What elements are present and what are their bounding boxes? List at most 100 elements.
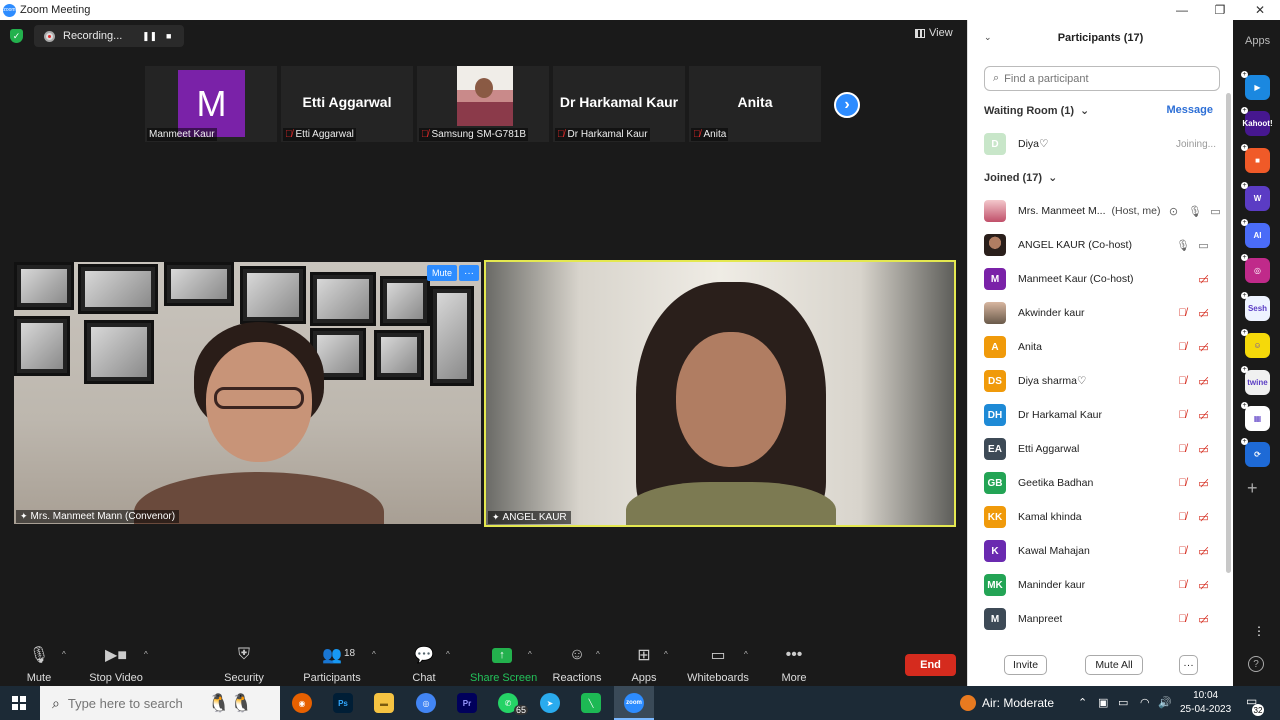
app-11-icon[interactable]: ⟳ (1245, 442, 1270, 467)
chrome-icon[interactable]: ◎ (416, 693, 436, 713)
app-8-icon[interactable]: ☺ (1245, 333, 1270, 358)
photoshop-icon[interactable]: Ps (333, 693, 353, 713)
mute-participant-button[interactable]: Mute (427, 265, 457, 281)
minimize-button[interactable]: — (1162, 0, 1202, 20)
waiting-room-message-link[interactable]: Message (1167, 104, 1213, 116)
wifi-icon[interactable]: ◠ (1140, 696, 1150, 709)
participant-row[interactable]: M Manmeet Kaur (Co-host) ▭̸ (984, 262, 1218, 296)
participants-button[interactable]: 👥 Participants 18 ^ (302, 644, 376, 684)
video-tile-manmeet-mann[interactable]: ✦ Mrs. Manmeet Mann (Convenor) (14, 262, 481, 524)
windows-start-icon[interactable] (12, 696, 26, 710)
waiting-room-header[interactable]: Waiting Room (1) ⌄ (984, 104, 1089, 118)
more-button[interactable]: ••• More (778, 644, 810, 684)
participant-row[interactable]: MK Maninder kaur 🎙̸ ▭̸ (984, 568, 1218, 602)
thumbnail-manmeet-kaur[interactable]: M Manmeet Kaur (145, 66, 277, 142)
clock-time: 10:04 (1193, 690, 1219, 701)
taskbar-search-box[interactable]: ⌕ 🐧🐧 (40, 686, 280, 720)
participant-row[interactable]: A Anita 🎙̸ ▭̸ (984, 330, 1218, 364)
participant-name: Diya♡ (1018, 138, 1049, 150)
thumbnail-samsung[interactable]: 🎙̸ Samsung SM-G781B (417, 66, 549, 142)
participant-row[interactable]: KK Kamal khinda 🎙̸ ▭̸ (984, 500, 1218, 534)
thumbnail-anita[interactable]: Anita 🎙̸ Anita (689, 66, 821, 142)
volume-icon[interactable]: 🔊 (1158, 696, 1172, 709)
video-more-options-button[interactable]: ··· (459, 265, 479, 281)
app-1-icon[interactable]: ▶ (1245, 75, 1270, 100)
participant-search-input[interactable] (1004, 72, 1205, 85)
participant-row[interactable]: M Manpreet 🎙̸ ▭̸ (984, 602, 1218, 636)
taskbar-clock[interactable]: 10:04 25-04-2023 (1180, 689, 1231, 717)
video-off-icon: ▭̸ (1198, 341, 1209, 354)
participant-row[interactable]: DS Diya sharma♡ 🎙̸ ▭̸ (984, 364, 1218, 398)
chevron-up-icon: ^ (446, 650, 450, 659)
panel-more-button[interactable]: ··· (1179, 655, 1198, 675)
video-tile-angel-kaur[interactable]: ✦ ANGEL KAUR (484, 260, 956, 527)
apps-button[interactable]: ⊞ Apps ^ (628, 644, 667, 684)
security-button[interactable]: ⛨ Security (222, 644, 266, 684)
participant-row[interactable]: DH Dr Harkamal Kaur 🎙̸ ▭̸ (984, 398, 1218, 432)
file-explorer-icon[interactable]: ▬ (374, 693, 394, 713)
help-icon[interactable]: ? (1248, 656, 1264, 672)
sesh-icon[interactable]: Sesh (1245, 296, 1270, 321)
chat-button[interactable]: 💬 Chat ^ (408, 644, 449, 684)
vertical-more-icon[interactable]: ⋮ (1253, 624, 1265, 638)
battery-icon[interactable]: ▭ (1118, 696, 1128, 709)
panel-title: Participants (17) (1057, 32, 1144, 44)
participant-row[interactable]: ANGEL KAUR (Co-host) 🎙 ▭ (984, 228, 1218, 262)
participant-row[interactable]: Akwinder kaur 🎙̸ ▭̸ (984, 296, 1218, 330)
invite-button[interactable]: Invite (1004, 655, 1047, 675)
share-screen-button[interactable]: ↑ Share Screen ^ (470, 644, 537, 684)
wooclap-icon[interactable]: W (1245, 186, 1270, 211)
waiting-participant-row[interactable]: D Diya♡ Joining... (984, 127, 1218, 161)
taskbar-search-input[interactable] (67, 695, 208, 711)
mic-off-icon: 🎙̸ (421, 129, 429, 140)
video-off-icon: ▭̸ (1198, 613, 1209, 626)
thumbnail-dr-harkamal-kaur[interactable]: Dr Harkamal Kaur 🎙̸ Dr Harkamal Kaur (553, 66, 685, 142)
stop-video-button[interactable]: ▶■ Stop Video ^ (88, 644, 148, 684)
participant-row[interactable]: Mrs. Manmeet M... (Host, me) ⊙ 🎙 ▭ (984, 194, 1221, 228)
green-app-icon[interactable]: ╲ (581, 693, 601, 713)
next-page-arrow-icon[interactable]: › (834, 92, 860, 118)
participant-search-box[interactable]: ⌕ (984, 66, 1220, 91)
zoom-taskbar-icon[interactable]: zoom (624, 693, 644, 713)
participant-row[interactable]: EA Etti Aggarwal 🎙̸ ▭̸ (984, 432, 1218, 466)
participants-scrollbar[interactable] (1226, 93, 1231, 573)
app-6-icon[interactable]: ◎ (1245, 258, 1270, 283)
participant-row[interactable]: K Kawal Mahajan 🎙̸ ▭̸ (984, 534, 1218, 568)
weather-widget[interactable]: Air: Moderate (960, 695, 1054, 711)
pause-recording-button[interactable]: ❚❚ (142, 31, 157, 42)
twine-icon[interactable]: twine (1245, 370, 1270, 395)
app-5-icon[interactable]: AI (1245, 223, 1270, 248)
add-app-plus-icon[interactable]: + (1247, 478, 1258, 499)
participant-name: Maninder kaur (1018, 579, 1086, 591)
app-3-icon[interactable]: ■ (1245, 148, 1270, 173)
maximize-button[interactable]: ❐ (1200, 0, 1240, 20)
tray-chevron-up-icon[interactable]: ⌃ (1078, 696, 1087, 709)
meeting-area: ✓ Recording... ❚❚ ■ View M Manmeet Kaur … (0, 20, 967, 640)
add-app-badge-icon: + (1241, 219, 1248, 226)
avatar (984, 234, 1006, 256)
video-off-icon: ▭̸ (1198, 409, 1209, 422)
mute-button[interactable]: 🎙 Mute ^ (20, 644, 66, 684)
telegram-icon[interactable]: ➤ (540, 693, 560, 713)
mute-all-button[interactable]: Mute All (1085, 655, 1143, 675)
encryption-shield-icon[interactable]: ✓ (10, 29, 23, 43)
thumbnail-etti-aggarwal[interactable]: Etti Aggarwal 🎙̸ Etti Aggarwal (281, 66, 413, 142)
app-10-icon[interactable]: ▦ (1245, 406, 1270, 431)
stop-recording-button[interactable]: ■ (166, 31, 171, 41)
reactions-button[interactable]: ☺ Reactions ^ (552, 644, 602, 684)
tray-device-icon[interactable]: ▣ (1098, 696, 1108, 709)
participants-panel: ⌄ Participants (17) ⌕ Waiting Room (1)⌄ … (967, 20, 1233, 686)
thumbnail-caption: 🎙̸ Dr Harkamal Kaur (555, 128, 650, 141)
joined-header[interactable]: Joined (17) ⌄ (984, 171, 1057, 185)
participant-row[interactable]: GB Geetika Badhan 🎙̸ ▭̸ (984, 466, 1218, 500)
mic-off-icon: 🎙̸ (1178, 579, 1187, 591)
kahoot-icon[interactable]: Kahoot! (1242, 111, 1273, 136)
view-button[interactable]: View (915, 27, 953, 39)
participant-name: Anita (1018, 341, 1042, 353)
end-meeting-button[interactable]: End (905, 654, 956, 676)
premiere-pro-icon[interactable]: Pr (457, 693, 477, 713)
whiteboards-button[interactable]: ▭ Whiteboards ^ (686, 644, 750, 684)
participant-video-person (626, 282, 836, 525)
firefox-icon[interactable]: ◉ (292, 693, 312, 713)
close-button[interactable]: ✕ (1240, 0, 1280, 20)
